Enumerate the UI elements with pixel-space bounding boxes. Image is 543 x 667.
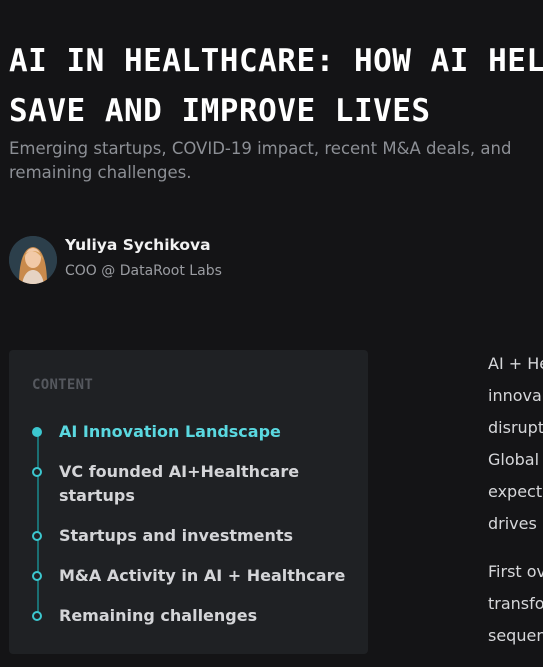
article-subtitle: Emerging startups, COVID-19 impact, rece… [9,139,512,182]
body-line: innova [488,386,542,405]
body-line: sequen [488,626,543,645]
toc-item-vc-founded-startups[interactable]: VC founded AI+Healthcare startups [31,460,351,508]
toc-dot-icon [32,531,42,541]
toc-item-label: M&A Activity in AI + Healthcare [59,566,346,585]
toc-item-remaining-challenges[interactable]: Remaining challenges [31,604,351,628]
body-paragraph: AI + He innova disrupt Global expect dri… [488,348,543,540]
body-line: AI + He [488,354,543,373]
article-page: AI in Healthcare: How AI helps save and … [0,0,543,667]
body-line: disrupt [488,418,543,437]
toc-item-ai-innovation-landscape[interactable]: AI Innovation Landscape [31,420,351,444]
toc-dot-icon [32,467,42,477]
toc-item-label: Remaining challenges [59,606,258,625]
article-body: AI + He innova disrupt Global expect dri… [488,348,543,667]
article-title: AI in Healthcare: How AI helps save and … [9,36,543,136]
body-line: Global [488,450,540,469]
body-paragraph: First ov transfo sequen [488,556,543,652]
body-line: drives [488,514,537,533]
toc-item-label: AI Innovation Landscape [59,422,281,441]
toc-item-ma-activity[interactable]: M&A Activity in AI + Healthcare [31,564,351,588]
body-line: transfo [488,594,543,613]
body-line: expect [488,482,543,501]
toc-item-startups-and-investments[interactable]: Startups and investments [31,524,351,548]
toc-item-label: Startups and investments [59,526,294,545]
author-avatar[interactable] [9,236,57,284]
body-line: First ov [488,562,543,581]
toc-dot-icon [32,571,42,581]
article-title-line-2: save and improve lives [9,93,431,129]
avatar-photo-icon [9,236,57,284]
toc-heading: Content [32,377,94,393]
toc-dot-icon [32,611,42,621]
author-name[interactable]: Yuliya Sychikova [65,236,211,254]
article-title-line-1: AI in Healthcare: How AI helps [9,43,543,79]
toc-dot-icon [32,427,42,437]
table-of-contents: Content AI Innovation Landscape VC found… [9,350,368,654]
toc-item-label: VC founded AI+Healthcare startups [59,462,300,505]
author-role: COO @ DataRoot Labs [65,263,222,279]
